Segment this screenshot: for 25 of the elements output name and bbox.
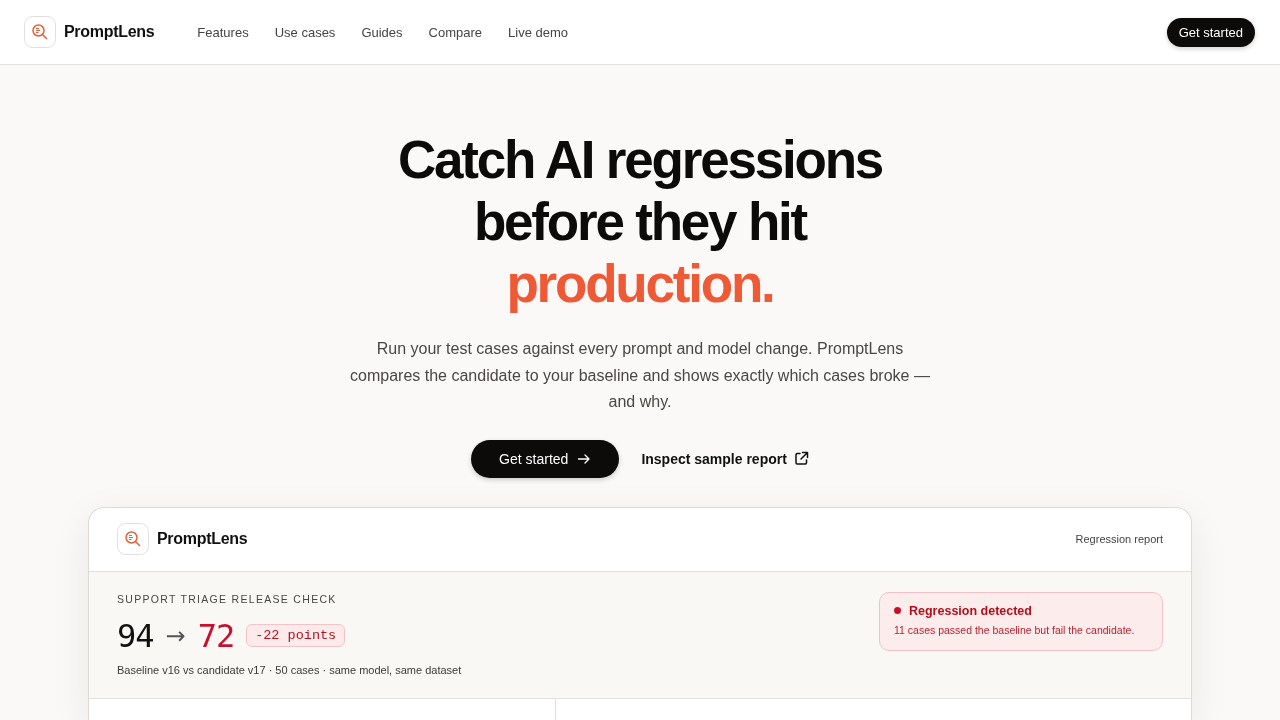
delta-badge: -22 points [246,624,346,647]
comparison-details: Baseline v16 vs candidate v17 · 50 cases · same model, same dataset [117,663,462,676]
brand-name: PromptLens [157,530,248,548]
check-title: SUPPORT TRIAGE RELEASE CHECK [117,592,338,605]
brand-name[interactable]: PromptLens [64,23,155,41]
alert-title: Regression detected [909,603,1032,618]
hero-headline: Catch AI regressions before they hit production. [397,129,883,315]
status-dot-icon [894,607,901,614]
inspect-report-link[interactable]: Inspect sample report [641,450,809,467]
nav-link[interactable]: Live demo [508,24,569,40]
alert-message: 11 cases passed the baseline but fail the candidate. [894,623,1136,636]
external-link-icon [793,451,809,466]
magnifier-logo-icon [117,523,149,555]
hero-description: Run your test cases against every prompt and model change. PromptLens compares the candidate to your baseline and shows exactly which cases broke — and why. [350,339,930,412]
nav-link[interactable]: Use cases [274,24,336,40]
candidate-score: 72 [197,616,235,655]
score-arrow: → [165,621,186,650]
report-type-label: Regression report [1075,533,1163,545]
nav-link[interactable]: Guides [361,24,403,40]
nav-link[interactable]: Compare [428,24,483,40]
nav-link[interactable]: Features [197,24,249,40]
get-started-button[interactable]: Get started [1166,17,1255,47]
magnifier-logo-icon [24,16,56,48]
baseline-score: 94 [117,616,154,655]
get-started-button[interactable]: Get started [471,439,620,478]
